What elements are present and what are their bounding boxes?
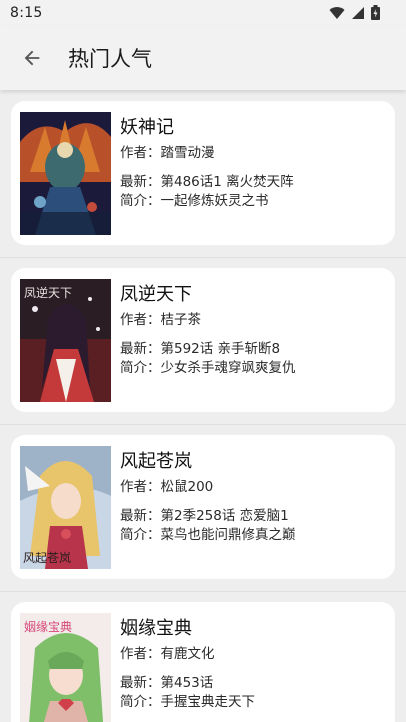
comic-cover[interactable] [20,112,111,235]
comic-card[interactable]: 妖神记 作者：踏雪动漫 最新：第486话1 离火焚天阵 简介：一起修炼妖灵之书 [11,101,395,245]
comic-title: 凤逆天下 [120,284,192,305]
status-time: 8:15 [10,5,43,21]
comic-cover[interactable]: 凤逆天下 [20,279,111,402]
divider [0,591,406,592]
comic-card[interactable]: 姻缘宝典 姻缘宝典 作者：有鹿文化 最新：第453话 简介：手握宝典走天下 [11,602,395,722]
page-title: 热门人气 [68,47,152,71]
cover-text: 姻缘宝典 [24,619,72,634]
comic-author: 作者：松鼠200 [120,479,214,495]
comic-title: 风起苍岚 [120,451,192,472]
comic-card[interactable]: 风起苍岚 风起苍岚 作者：松鼠200 最新：第2季258话 恋爱脑1 简介：菜鸟… [11,435,395,579]
comic-author: 作者：踏雪动漫 [120,145,215,161]
comic-author: 作者：有鹿文化 [120,646,215,662]
comic-intro: 简介：菜鸟也能问鼎修真之巅 [120,527,296,543]
cover-image-fengqicanglan: 风起苍岚 [20,446,111,569]
signal-icon [352,6,364,19]
arrow-back-icon [24,50,40,66]
comic-latest: 最新：第592话 亲手斩断8 [120,341,281,357]
cover-image-yaoshenji [20,112,111,235]
comic-list: 妖神记 作者：踏雪动漫 最新：第486话1 离火焚天阵 简介：一起修炼妖灵之书 … [0,90,406,722]
comic-latest: 最新：第453话 [120,675,214,691]
comic-card[interactable]: 凤逆天下 凤逆天下 作者：桔子茶 最新：第592话 亲手斩断8 简介：少女杀手魂… [11,268,395,412]
comic-cover[interactable]: 风起苍岚 [20,446,111,569]
comic-intro: 简介：手握宝典走天下 [120,694,255,710]
back-button[interactable] [18,44,46,72]
divider [0,424,406,425]
comic-title: 姻缘宝典 [120,618,192,639]
battery-icon [371,5,380,20]
cover-text: 风起苍岚 [23,551,71,565]
cover-image-yinyuanbaodian: 姻缘宝典 [20,613,111,722]
comic-title: 妖神记 [120,117,174,138]
status-icons [329,5,380,20]
wifi-icon [329,6,345,19]
comic-cover[interactable]: 姻缘宝典 [20,613,111,722]
comic-latest: 最新：第2季258话 恋爱脑1 [120,508,289,524]
comic-intro: 简介：一起修炼妖灵之书 [120,193,269,209]
status-bar: 8:15 [0,0,406,26]
divider [0,257,406,258]
app-bar: 热门人气 [0,26,406,90]
comic-intro: 简介：少女杀手魂穿飒爽复仇 [120,360,296,376]
comic-author: 作者：桔子茶 [120,312,201,328]
cover-image-fengnitianxia: 凤逆天下 [20,279,111,402]
cover-text: 凤逆天下 [24,285,72,300]
comic-latest: 最新：第486话1 离火焚天阵 [120,174,294,190]
